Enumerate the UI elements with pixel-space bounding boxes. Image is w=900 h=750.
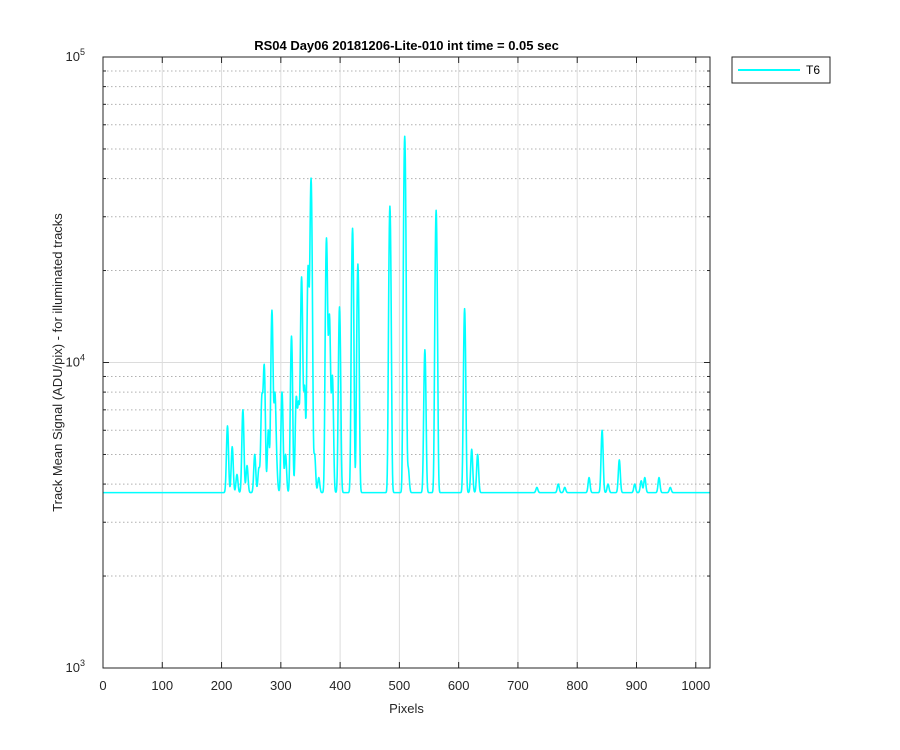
x-tick-label: 1000 [681, 678, 710, 693]
y-axis-label: Track Mean Signal (ADU/pix) - for illumi… [50, 213, 65, 512]
chart-title: RS04 Day06 20181206-Lite-010 int time = … [254, 38, 559, 53]
x-tick-label: 800 [566, 678, 588, 693]
x-tick-label: 100 [151, 678, 173, 693]
x-tick-label: 600 [448, 678, 470, 693]
x-tick-label: 700 [507, 678, 529, 693]
x-tick-label: 900 [626, 678, 648, 693]
x-tick-label: 400 [329, 678, 351, 693]
chart: 0 100 200 300 400 500 600 700 800 900 100010310410… [0, 0, 900, 750]
x-tick-label: 200 [211, 678, 233, 693]
legend: T6 [731, 56, 831, 84]
x-tick-label: 0 [99, 678, 106, 693]
x-tick-label: 500 [389, 678, 411, 693]
legend-label-t6: T6 [806, 63, 820, 77]
x-axis-label: Pixels [389, 701, 424, 716]
x-tick-label: 300 [270, 678, 292, 693]
